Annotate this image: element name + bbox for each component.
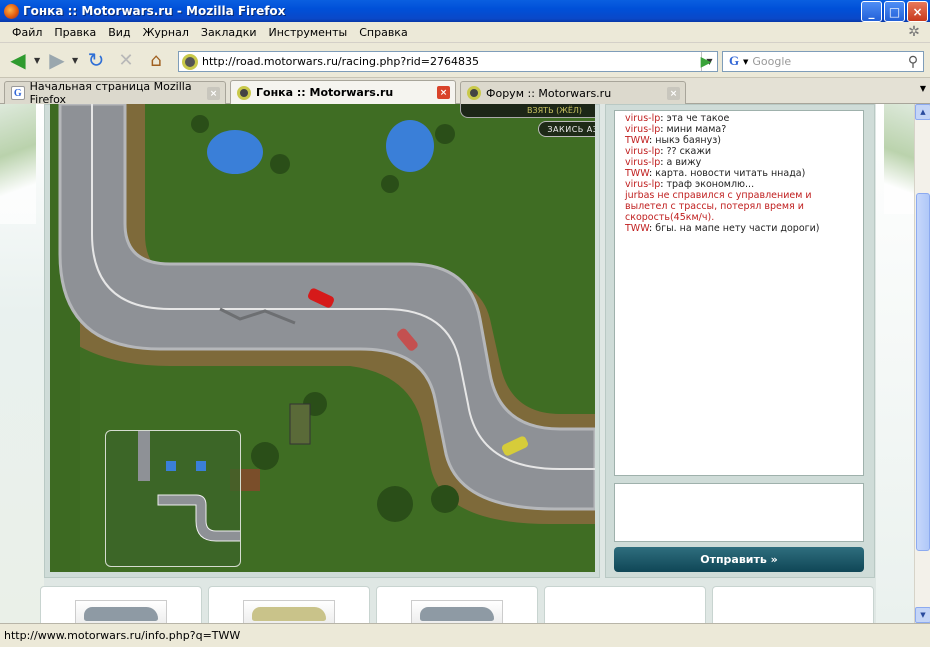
status-bar: http://www.motorwars.ru/info.php?q=TWW — [0, 623, 930, 647]
chat-message: virus-lp: ?? скажи — [625, 146, 712, 157]
chat-input[interactable] — [614, 483, 864, 542]
minimize-button[interactable]: _ — [861, 1, 882, 22]
close-button[interactable]: × — [907, 1, 928, 22]
url-input[interactable]: http://road.motorwars.ru/racing.php?rid=… — [202, 55, 701, 68]
motorwars-icon — [237, 85, 251, 100]
car-card[interactable] — [40, 586, 202, 623]
chat-message: virus-lp: а вижу — [625, 157, 702, 168]
tab-label: Форум :: Motorwars.ru — [486, 86, 612, 100]
menu-help[interactable]: Справка — [353, 26, 413, 39]
cars-row — [40, 586, 876, 623]
chat-message: TWW: карта. новости читать ннада) — [625, 168, 806, 179]
back-history-dropdown[interactable]: ▼ — [34, 56, 44, 65]
tab-racing[interactable]: Гонка :: Motorwars.ru × — [230, 80, 456, 104]
close-tab-icon[interactable]: × — [437, 86, 450, 99]
scroll-thumb[interactable] — [916, 193, 930, 551]
car-card-empty — [712, 586, 874, 623]
page-content: ВЗЯТЬ (ЖЁЛ) ЗАКИСЬ АЗОТА virus-lp: эта ч… — [0, 104, 914, 623]
vertical-scrollbar[interactable]: ▲ ▼ — [914, 104, 930, 623]
car-image — [411, 600, 503, 623]
search-engine-dropdown[interactable]: ▼ — [743, 58, 748, 66]
minimap — [105, 430, 241, 567]
status-text: http://www.motorwars.ru/info.php?q=TWW — [4, 629, 241, 642]
menu-bookmarks[interactable]: Закладки — [195, 26, 263, 39]
car-image — [75, 600, 167, 623]
home-button[interactable]: ⌂ — [142, 46, 170, 74]
tab-forum[interactable]: Форум :: Motorwars.ru × — [460, 81, 686, 104]
search-icon[interactable]: ⚲ — [903, 54, 923, 70]
search-input[interactable]: Google — [752, 55, 903, 68]
chat-log[interactable]: virus-lp: эта че такое virus-lp: мини ма… — [614, 110, 864, 476]
back-button[interactable]: ◀ — [4, 46, 32, 74]
window-title: Гонка :: Motorwars.ru - Mozilla Firefox — [23, 4, 286, 18]
car-card-empty — [544, 586, 706, 623]
send-button[interactable]: Отправить » — [614, 547, 864, 572]
tab-list-dropdown[interactable]: ▼ — [920, 84, 926, 93]
search-bar[interactable]: G ▼ Google ⚲ — [722, 51, 924, 72]
close-tab-icon[interactable]: × — [207, 87, 220, 100]
scroll-down-icon[interactable]: ▼ — [915, 607, 930, 623]
firefox-icon — [4, 3, 19, 19]
left-decoration — [0, 104, 44, 623]
chat-message: TWW: ныкэ баянуз) — [625, 135, 721, 146]
tab-label: Гонка :: Motorwars.ru — [256, 86, 394, 99]
site-favicon-icon — [182, 53, 198, 70]
forward-button[interactable]: ▶ — [44, 46, 70, 74]
google-icon[interactable]: G — [725, 53, 743, 70]
close-tab-icon[interactable]: × — [667, 87, 680, 100]
car-card[interactable] — [208, 586, 370, 623]
menu-bar: Файл Правка Вид Журнал Закладки Инструме… — [0, 22, 930, 43]
forward-history-dropdown[interactable]: ▼ — [72, 56, 82, 65]
menu-view[interactable]: Вид — [102, 26, 136, 39]
chat-message: virus-lp: эта че такое — [625, 113, 730, 124]
chat-system-message: jurbas не справился с управлением и выле… — [625, 190, 812, 223]
google-icon: G — [11, 86, 25, 100]
window-titlebar: Гонка :: Motorwars.ru - Mozilla Firefox … — [0, 0, 930, 22]
minimap-track — [138, 431, 240, 542]
stop-button[interactable]: ✕ — [112, 46, 140, 74]
maximize-button[interactable]: □ — [884, 1, 905, 22]
window-controls: _ □ × — [861, 1, 928, 22]
url-bar[interactable]: http://road.motorwars.ru/racing.php?rid=… — [178, 51, 718, 72]
car-image — [243, 600, 335, 623]
menu-edit[interactable]: Правка — [48, 26, 102, 39]
chat-message: virus-lp: траф экономлю... — [625, 179, 755, 190]
car-card[interactable] — [376, 586, 538, 623]
scroll-up-icon[interactable]: ▲ — [915, 104, 930, 120]
tab-strip: G Начальная страница Mozilla Firefox × Г… — [0, 78, 930, 106]
navigation-toolbar: ◀ ▼ ▶ ▼ ↻ ✕ ⌂ http://road.motorwars.ru/r… — [0, 43, 930, 78]
menu-history[interactable]: Журнал — [137, 26, 195, 39]
tab-start-page[interactable]: G Начальная страница Mozilla Firefox × — [4, 80, 226, 106]
right-decoration — [876, 104, 914, 623]
menu-tools[interactable]: Инструменты — [263, 26, 354, 39]
throbber-icon: ✲ — [908, 24, 920, 40]
take-button[interactable]: ВЗЯТЬ (ЖЁЛ) — [460, 104, 595, 118]
tab-label: Начальная страница Mozilla Firefox — [29, 80, 192, 106]
reload-button[interactable]: ↻ — [82, 46, 110, 74]
motorwars-icon — [467, 86, 481, 100]
nitro-button[interactable]: ЗАКИСЬ АЗОТА — [538, 121, 595, 137]
menu-file[interactable]: Файл — [6, 26, 48, 39]
chat-message: TWW: бгы. на мапе нету части дороги) — [625, 223, 820, 234]
chat-message: virus-lp: мини мама? — [625, 124, 727, 135]
go-button[interactable]: ▶ — [696, 51, 716, 72]
race-track-canvas[interactable]: ВЗЯТЬ (ЖЁЛ) ЗАКИСЬ АЗОТА — [50, 104, 595, 572]
